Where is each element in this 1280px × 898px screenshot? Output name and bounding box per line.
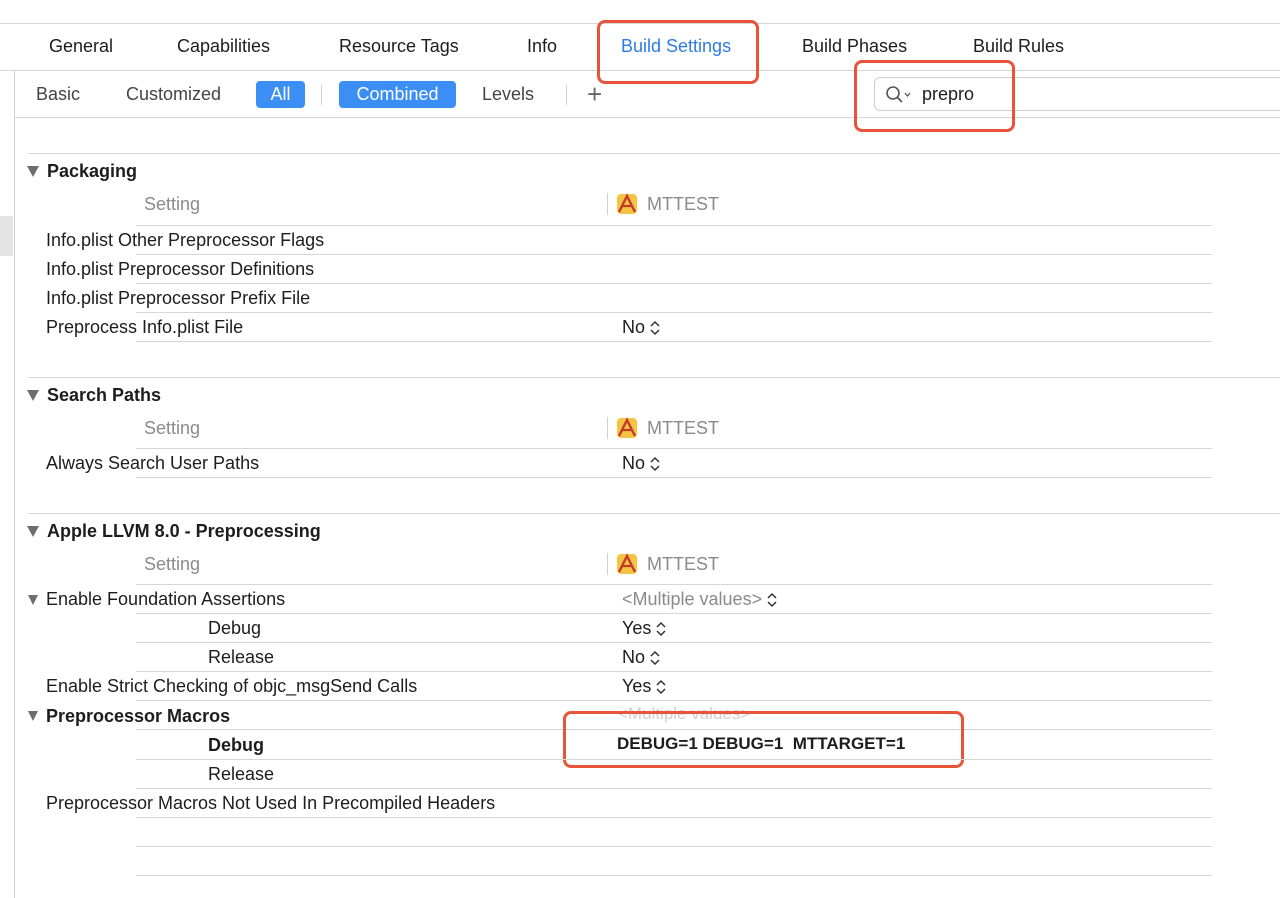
section-title-search-paths[interactable]: Search Paths bbox=[47, 385, 161, 406]
filterbar-divider bbox=[14, 117, 1280, 118]
row-divider bbox=[136, 846, 1212, 847]
row-divider bbox=[136, 477, 1212, 478]
tab-capabilities[interactable]: Capabilities bbox=[177, 36, 270, 57]
row-divider bbox=[136, 788, 1212, 789]
row-divider bbox=[136, 584, 1212, 585]
tab-resource-tags[interactable]: Resource Tags bbox=[339, 36, 459, 57]
setting-row-label[interactable]: Preprocessor Macros bbox=[46, 706, 230, 727]
highlight-search bbox=[854, 60, 1015, 132]
column-header-setting: Setting bbox=[144, 418, 201, 438]
stepper-arrows-icon bbox=[650, 651, 660, 666]
row-divider bbox=[136, 759, 1212, 760]
column-separator bbox=[607, 417, 608, 439]
setting-value-popup[interactable]: No bbox=[622, 317, 661, 338]
setting-value: <Multiple values> bbox=[622, 589, 763, 609]
row-divider bbox=[136, 225, 1212, 226]
disclosure-triangle-icon[interactable] bbox=[27, 390, 39, 401]
stepper-arrows-icon bbox=[656, 680, 666, 695]
setting-row-label[interactable]: Enable Strict Checking of objc_msgSend C… bbox=[46, 676, 417, 697]
row-divider bbox=[136, 875, 1212, 876]
setting-row-label[interactable]: Info.plist Preprocessor Prefix File bbox=[46, 288, 310, 309]
left-gutter bbox=[14, 70, 15, 898]
filter-separator bbox=[321, 85, 322, 105]
row-divider bbox=[136, 341, 1212, 342]
section-divider bbox=[28, 153, 1280, 154]
stepper-arrows-icon bbox=[650, 457, 660, 472]
row-divider bbox=[136, 817, 1212, 818]
row-divider bbox=[136, 613, 1212, 614]
setting-value: Yes bbox=[622, 676, 652, 696]
disclosure-triangle-icon[interactable] bbox=[27, 166, 39, 177]
tab-general[interactable]: General bbox=[49, 36, 113, 57]
section-title-packaging[interactable]: Packaging bbox=[47, 161, 137, 182]
setting-value: No bbox=[622, 453, 646, 473]
config-row-label[interactable]: Debug bbox=[208, 735, 264, 756]
column-header-target: MTTEST bbox=[647, 554, 719, 574]
stepper-arrows-icon bbox=[656, 622, 666, 637]
disclosure-triangle-icon[interactable] bbox=[28, 595, 38, 605]
section-divider bbox=[28, 513, 1280, 514]
filter-customized[interactable]: Customized bbox=[126, 84, 221, 105]
add-setting-button[interactable]: + bbox=[587, 80, 602, 108]
column-header-target: MTTEST bbox=[647, 194, 719, 214]
target-app-icon bbox=[617, 553, 637, 574]
setting-value: No bbox=[622, 317, 646, 337]
filter-levels[interactable]: Levels bbox=[482, 84, 534, 105]
setting-value: No bbox=[622, 647, 646, 667]
column-separator bbox=[607, 553, 608, 575]
filter-combined[interactable]: Combined bbox=[339, 81, 456, 108]
setting-value-popup[interactable]: Yes bbox=[622, 618, 667, 639]
highlight-build-settings bbox=[597, 20, 759, 84]
setting-row-label[interactable]: Enable Foundation Assertions bbox=[46, 589, 285, 610]
column-header-setting: Setting bbox=[144, 194, 201, 214]
row-divider bbox=[136, 671, 1212, 672]
config-row-label[interactable]: Debug bbox=[208, 618, 261, 639]
row-divider bbox=[136, 283, 1212, 284]
setting-row-label[interactable]: Info.plist Other Preprocessor Flags bbox=[46, 230, 324, 251]
row-divider bbox=[136, 448, 1212, 449]
setting-value: Yes bbox=[622, 618, 652, 638]
row-divider bbox=[136, 700, 1212, 701]
section-divider bbox=[28, 377, 1280, 378]
tab-build-rules[interactable]: Build Rules bbox=[973, 36, 1064, 57]
filter-separator-2 bbox=[566, 85, 567, 105]
tab-info[interactable]: Info bbox=[527, 36, 557, 57]
setting-row-label[interactable]: Preprocess Info.plist File bbox=[46, 317, 243, 338]
target-app-icon bbox=[617, 193, 637, 214]
row-divider bbox=[136, 254, 1212, 255]
config-row-label[interactable]: Release bbox=[208, 764, 274, 785]
filter-basic[interactable]: Basic bbox=[36, 84, 80, 105]
setting-row-label[interactable]: Preprocessor Macros Not Used In Precompi… bbox=[46, 793, 495, 814]
stepper-arrows-icon bbox=[650, 321, 660, 336]
setting-value-popup[interactable]: No bbox=[622, 453, 661, 474]
stepper-arrows-icon bbox=[767, 593, 777, 608]
column-header-setting: Setting bbox=[144, 554, 201, 574]
setting-row-label[interactable]: Info.plist Preprocessor Definitions bbox=[46, 259, 314, 280]
disclosure-triangle-icon[interactable] bbox=[28, 711, 38, 721]
filter-all[interactable]: All bbox=[256, 81, 305, 108]
sidebar-scroll-marker bbox=[0, 216, 13, 256]
column-header-target: MTTEST bbox=[647, 418, 719, 438]
section-title-llvm-preprocessing[interactable]: Apple LLVM 8.0 - Preprocessing bbox=[47, 521, 321, 542]
setting-value-popup[interactable]: No bbox=[622, 647, 661, 668]
config-row-label[interactable]: Release bbox=[208, 647, 274, 668]
disclosure-triangle-icon[interactable] bbox=[27, 526, 39, 537]
target-app-icon bbox=[617, 417, 637, 438]
row-divider bbox=[136, 312, 1212, 313]
setting-value-popup[interactable]: <Multiple values> bbox=[622, 589, 778, 610]
column-separator bbox=[607, 193, 608, 215]
setting-value-popup[interactable]: Yes bbox=[622, 676, 667, 697]
row-divider bbox=[136, 642, 1212, 643]
tab-build-phases[interactable]: Build Phases bbox=[802, 36, 907, 57]
setting-row-label[interactable]: Always Search User Paths bbox=[46, 453, 259, 474]
